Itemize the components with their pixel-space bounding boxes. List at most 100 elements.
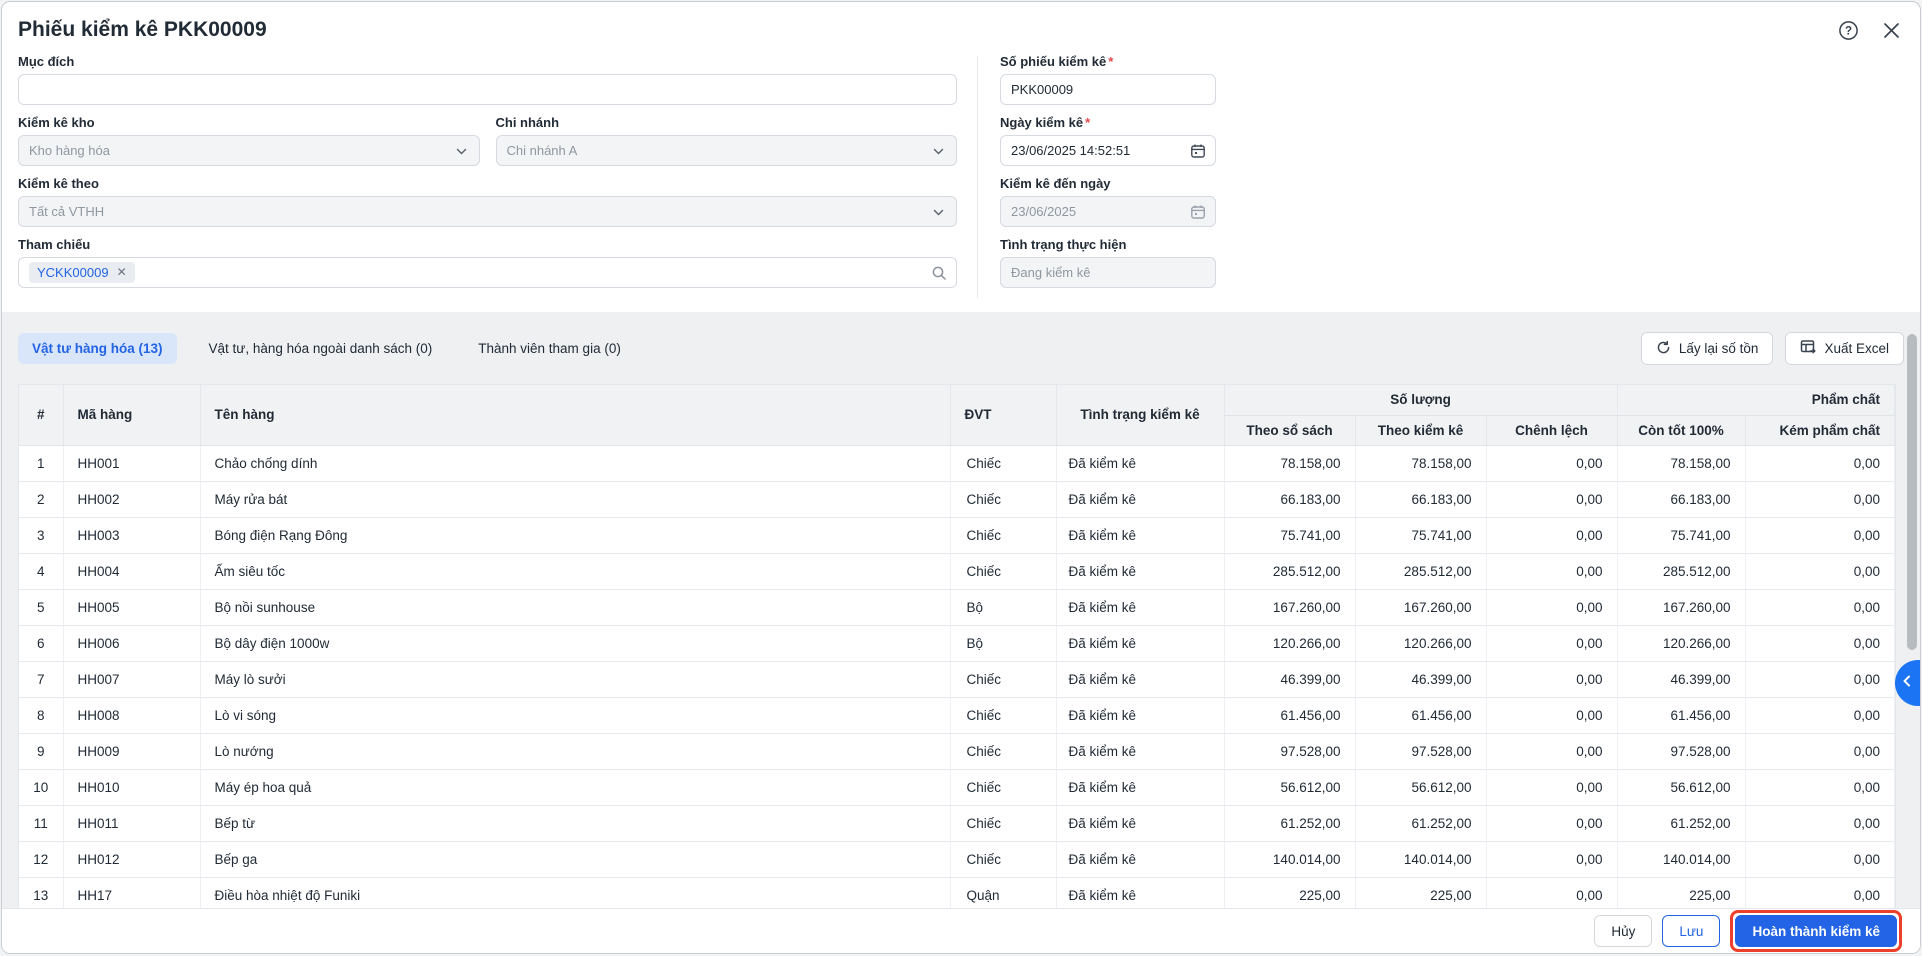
cell-by-book: 97.528,00 (1224, 733, 1356, 770)
slip-number-input[interactable] (1000, 74, 1216, 105)
cell-code: HH001 (63, 445, 201, 482)
cell-good: 120.266,00 (1617, 625, 1746, 662)
purpose-input[interactable] (18, 74, 957, 105)
cell-name: Máy ép hoa quả (200, 769, 951, 806)
table-row[interactable]: 12 HH012 Bếp ga Chiếc Đã kiểm kê 140.014,00 14… (19, 841, 1895, 878)
cell-bad: 0,00 (1745, 589, 1895, 626)
chevron-down-icon (932, 145, 945, 161)
cell-code: HH17 (63, 877, 201, 908)
cell-status: Đã kiểm kê (1056, 625, 1225, 662)
excel-export-icon (1800, 339, 1817, 358)
cell-by-count: 140.014,00 (1355, 841, 1487, 878)
cell-status: Đã kiểm kê (1056, 589, 1225, 626)
status-field: Tình trạng thực hiện Đang kiểm kê (1000, 237, 1216, 288)
status-value: Đang kiểm kê (1000, 257, 1216, 288)
cell-by-book: 285.512,00 (1224, 553, 1356, 590)
cell-unit: Chiếc (950, 697, 1057, 734)
cell-index: 4 (19, 553, 64, 590)
cell-status: Đã kiểm kê (1056, 733, 1225, 770)
cell-code: HH008 (63, 697, 201, 734)
complete-count-button[interactable]: Hoàn thành kiểm kê (1735, 915, 1897, 947)
cell-difference: 0,00 (1486, 589, 1618, 626)
reference-field: Tham chiếu YCKK00009 ✕ (18, 237, 957, 288)
refresh-stock-button[interactable]: Lấy lại số tồn (1640, 332, 1774, 365)
cell-by-count: 78.158,00 (1355, 445, 1487, 482)
page-title: Phiếu kiểm kê PKK00009 (18, 18, 267, 41)
cell-good: 56.612,00 (1617, 769, 1746, 806)
cell-by-count: 167.260,00 (1355, 589, 1487, 626)
calendar-icon[interactable] (1190, 143, 1206, 162)
cell-bad: 0,00 (1745, 805, 1895, 842)
cell-difference: 0,00 (1486, 841, 1618, 878)
inventory-check-modal: Phiếu kiểm kê PKK00009 ? Mục đích Kiểm k… (1, 1, 1921, 954)
chip-remove-icon[interactable]: ✕ (117, 265, 127, 280)
tabs-bar: Vật tư hàng hóa (13) Vật tư, hàng hóa ng… (18, 332, 1904, 365)
cell-good: 78.158,00 (1617, 445, 1746, 482)
cell-good: 225,00 (1617, 877, 1746, 908)
cell-unit: Chiếc (950, 661, 1057, 698)
cell-bad: 0,00 (1745, 841, 1895, 878)
cell-status: Đã kiểm kê (1056, 877, 1225, 908)
cell-code: HH005 (63, 589, 201, 626)
export-excel-button[interactable]: Xuất Excel (1785, 332, 1904, 365)
cancel-button[interactable]: Hủy (1594, 915, 1653, 947)
cell-by-count: 225,00 (1355, 877, 1487, 908)
content-area: Vật tư hàng hóa (13) Vật tư, hàng hóa ng… (2, 312, 1920, 908)
search-icon[interactable] (931, 265, 947, 284)
branch-label: Chi nhánh (495, 115, 560, 130)
tab-thanh-vien[interactable]: Thành viên tham gia (0) (464, 333, 635, 364)
cell-difference: 0,00 (1486, 805, 1618, 842)
table-row[interactable]: 13 HH17 Điều hòa nhiệt độ Funiki Quận Đã kiể… (19, 877, 1895, 908)
cell-by-book: 75.741,00 (1224, 517, 1356, 554)
cell-by-count: 120.266,00 (1355, 625, 1487, 662)
cell-by-count: 97.528,00 (1355, 733, 1487, 770)
reference-tag[interactable]: YCKK00009 ✕ (29, 262, 135, 283)
count-by-select: Tất cả VTHH (18, 196, 957, 227)
table-row[interactable]: 6 HH006 Bộ dây điện 1000w Bộ Đã kiểm kê 120.2… (19, 625, 1895, 662)
cell-by-book: 167.260,00 (1224, 589, 1356, 626)
cell-index: 9 (19, 733, 64, 770)
count-date-input[interactable]: 23/06/2025 14:52:51 (1000, 135, 1216, 166)
help-icon[interactable]: ? (1838, 20, 1859, 41)
cell-unit: Bộ (950, 589, 1057, 626)
cell-name: Bộ dây điện 1000w (200, 625, 951, 662)
save-button[interactable]: Lưu (1662, 915, 1721, 947)
table-row[interactable]: 2 HH002 Máy rửa bát Chiếc Đã kiểm kê 66.183,0… (19, 481, 1895, 518)
table-row[interactable]: 1 HH001 Chảo chống dính Chiếc Đã kiểm kê 78.1… (19, 445, 1895, 482)
cell-status: Đã kiểm kê (1056, 517, 1225, 554)
cell-unit: Chiếc (950, 481, 1057, 518)
cell-name: Bếp ga (200, 841, 951, 878)
cell-name: Bếp từ (200, 805, 951, 842)
cell-index: 10 (19, 769, 64, 806)
slip-number-field: Số phiếu kiểm kê * (1000, 54, 1216, 105)
cell-name: Ấm siêu tốc (200, 553, 951, 590)
cell-index: 1 (19, 445, 64, 482)
table-row[interactable]: 4 HH004 Ấm siêu tốc Chiếc Đã kiểm kê 285.512,… (19, 553, 1895, 590)
cell-code: HH002 (63, 481, 201, 518)
table-row[interactable]: 9 HH009 Lò nướng Chiếc Đã kiểm kê 97.528,00 97… (19, 733, 1895, 770)
count-by-field: Kiểm kê theo Tất cả VTHH (18, 176, 957, 227)
svg-text:?: ? (1845, 25, 1852, 37)
cell-index: 11 (19, 805, 64, 842)
col-header-bad: Kém phẩm chất (1745, 415, 1895, 446)
tab-ngoai-danh-sach[interactable]: Vật tư, hàng hóa ngoài danh sách (0) (195, 333, 447, 364)
reference-input[interactable]: YCKK00009 ✕ (18, 257, 957, 288)
cell-bad: 0,00 (1745, 625, 1895, 662)
table-row[interactable]: 8 HH008 Lò vi sóng Chiếc Đã kiểm kê 61.456,00… (19, 697, 1895, 734)
close-icon[interactable] (1883, 22, 1900, 39)
table-row[interactable]: 7 HH007 Máy lò sưởi Chiếc Đã kiểm kê 46.399,0… (19, 661, 1895, 698)
cell-by-book: 56.612,00 (1224, 769, 1356, 806)
table-row[interactable]: 11 HH011 Bếp từ Chiếc Đã kiểm kê 61.252,00 61.… (19, 805, 1895, 842)
cell-index: 3 (19, 517, 64, 554)
tab-vat-tu-hang-hoa[interactable]: Vật tư hàng hóa (13) (18, 333, 177, 364)
vertical-scrollbar-thumb[interactable] (1907, 334, 1917, 650)
purpose-label: Mục đích (18, 54, 75, 69)
table-row[interactable]: 10 HH010 Máy ép hoa quả Chiếc Đã kiểm kê 56.6… (19, 769, 1895, 806)
cell-name: Bộ nồi sunhouse (200, 589, 951, 626)
col-header-good: Còn tốt 100% (1617, 415, 1746, 446)
cell-index: 2 (19, 481, 64, 518)
table-row[interactable]: 5 HH005 Bộ nồi sunhouse Bộ Đã kiểm kê 167.260… (19, 589, 1895, 626)
cell-bad: 0,00 (1745, 661, 1895, 698)
cell-status: Đã kiểm kê (1056, 841, 1225, 878)
table-row[interactable]: 3 HH003 Bóng điện Rạng Đông Chiếc Đã kiểm kê… (19, 517, 1895, 554)
